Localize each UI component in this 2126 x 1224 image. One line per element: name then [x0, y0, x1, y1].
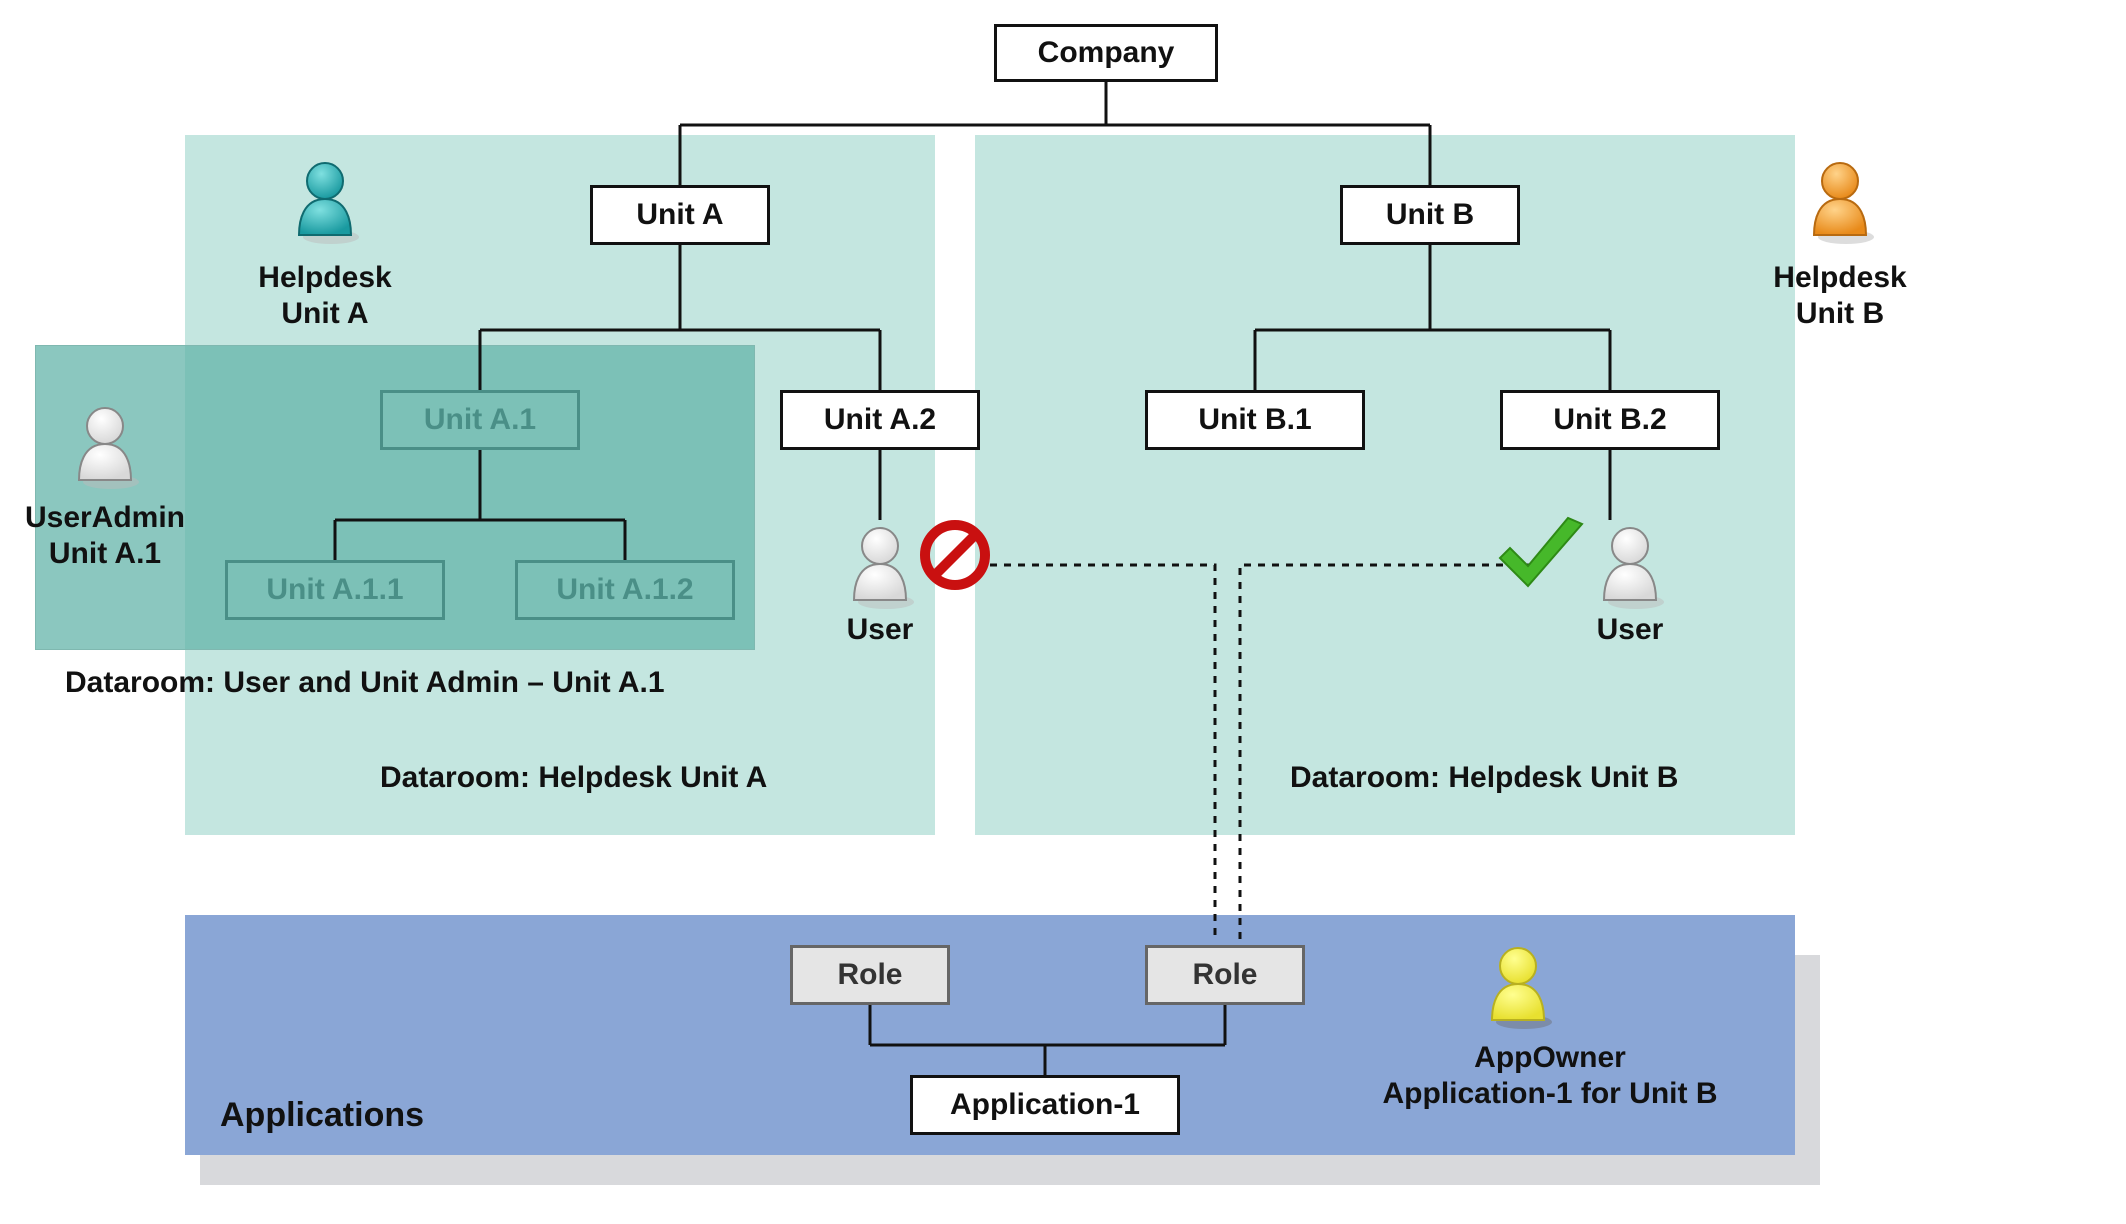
- no-entry-icon: [920, 520, 990, 590]
- label-user-b2: User: [1570, 612, 1690, 648]
- node-company: Company: [994, 24, 1218, 82]
- node-label: Unit B.2: [1545, 403, 1674, 437]
- node-label: Company: [1030, 36, 1183, 70]
- node-unit-a12: Unit A.1.2: [515, 560, 735, 620]
- node-unit-b1: Unit B.1: [1145, 390, 1365, 450]
- person-icon: [840, 520, 920, 610]
- node-role-2: Role: [1145, 945, 1305, 1005]
- label-user-a2: User: [820, 612, 940, 648]
- person-icon: [1590, 520, 1670, 610]
- node-unit-a11: Unit A.1.1: [225, 560, 445, 620]
- label-helpdesk-a: Helpdesk Unit A: [225, 260, 425, 332]
- label-useradmin: UserAdmin Unit A.1: [15, 500, 195, 572]
- node-unit-a: Unit A: [590, 185, 770, 245]
- label-helpdesk-b: Helpdesk Unit B: [1740, 260, 1940, 332]
- node-label: Unit A: [628, 198, 731, 232]
- node-unit-b2: Unit B.2: [1500, 390, 1720, 450]
- label-appowner: AppOwner Application-1 for Unit B: [1350, 1040, 1750, 1112]
- node-label: Unit A.1: [416, 403, 544, 437]
- node-unit-a2: Unit A.2: [780, 390, 980, 450]
- node-unit-b: Unit B: [1340, 185, 1520, 245]
- node-label: Unit B: [1378, 198, 1482, 232]
- person-icon: [285, 155, 365, 245]
- label-dataroom-helpdesk-b: Dataroom: Helpdesk Unit B: [1290, 760, 1810, 796]
- node-label: Unit B.1: [1190, 403, 1319, 437]
- checkmark-icon: [1490, 510, 1590, 600]
- person-icon: [65, 400, 145, 490]
- label-dataroom-helpdesk-a: Dataroom: Helpdesk Unit A: [380, 760, 900, 796]
- node-role-1: Role: [790, 945, 950, 1005]
- diagram-stage: Company Unit A Unit B Unit A.1 Unit A.2 …: [0, 0, 2126, 1224]
- node-label: Role: [829, 958, 910, 992]
- node-label: Role: [1184, 958, 1265, 992]
- person-icon: [1478, 940, 1558, 1030]
- node-label: Unit A.1.1: [258, 573, 411, 607]
- node-application-1: Application-1: [910, 1075, 1180, 1135]
- label-applications: Applications: [220, 1095, 520, 1136]
- node-unit-a1: Unit A.1: [380, 390, 580, 450]
- node-label: Unit A.2: [816, 403, 944, 437]
- person-icon: [1800, 155, 1880, 245]
- node-label: Application-1: [942, 1088, 1148, 1122]
- label-dataroom-a1: Dataroom: User and Unit Admin – Unit A.1: [65, 665, 745, 701]
- node-label: Unit A.1.2: [548, 573, 701, 607]
